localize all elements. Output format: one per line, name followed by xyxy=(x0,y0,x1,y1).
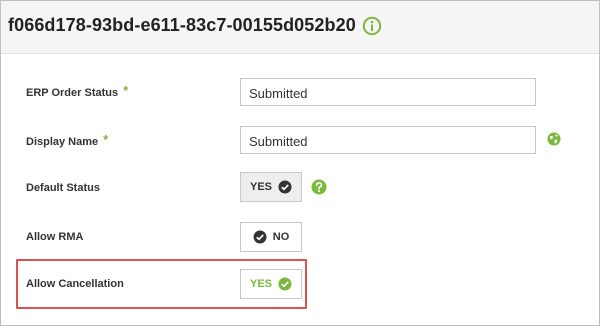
display-name-input[interactable] xyxy=(240,126,536,154)
help-icon[interactable] xyxy=(311,179,327,195)
erp-order-status-label: ERP Order Status * xyxy=(26,83,129,99)
info-icon[interactable] xyxy=(362,16,382,36)
highlight-box xyxy=(16,259,307,309)
required-marker: * xyxy=(123,83,129,98)
globe-icon[interactable] xyxy=(547,132,561,146)
toggle-text: YES xyxy=(249,181,272,193)
toggle-text: NO xyxy=(272,231,290,243)
default-status-toggle[interactable]: YES xyxy=(240,172,302,202)
check-circle-icon xyxy=(278,180,292,194)
record-title: f066d178-93bd-e611-83c7-00155d052b20 xyxy=(8,15,356,35)
allow-rma-toggle[interactable]: NO xyxy=(240,222,302,252)
default-status-label: Default Status xyxy=(26,182,100,194)
display-name-label: Display Name * xyxy=(26,132,109,148)
required-marker: * xyxy=(103,132,109,147)
allow-rma-label: Allow RMA xyxy=(26,231,84,243)
erp-order-status-input[interactable] xyxy=(240,78,536,106)
check-circle-icon xyxy=(253,230,267,244)
record-header: f066d178-93bd-e611-83c7-00155d052b20 xyxy=(1,1,599,54)
